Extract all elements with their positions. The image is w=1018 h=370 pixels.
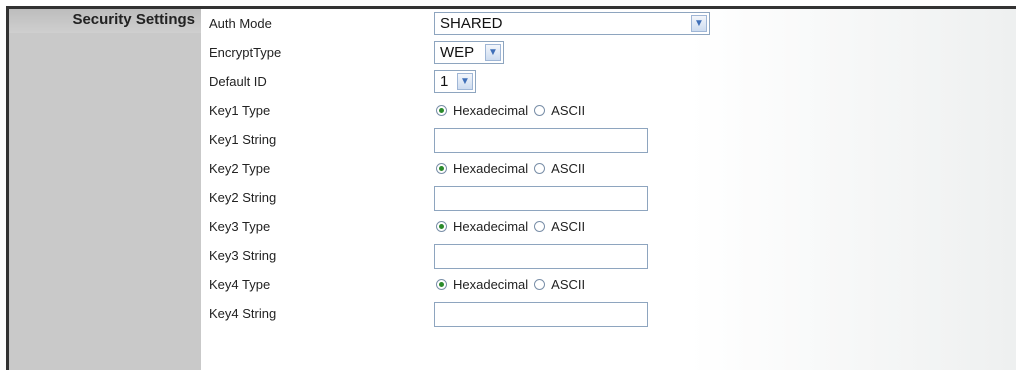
- key4-type-radio-group: Hexadecimal ASCII: [436, 277, 591, 292]
- key1-type-label: Key1 Type: [209, 103, 271, 118]
- key3-ascii-radio[interactable]: [534, 221, 546, 232]
- key3-type-radio-group: Hexadecimal ASCII: [436, 219, 591, 234]
- key1-string-input[interactable]: [434, 128, 648, 153]
- key1-hex-label: Hexadecimal: [453, 103, 529, 118]
- key2-string-row: Key2 String: [201, 184, 1016, 213]
- key3-type-row: Key3 Type Hexadecimal ASCII: [201, 213, 1016, 242]
- section-title: Security Settings: [9, 9, 201, 33]
- key4-string-label: Key4 String: [209, 306, 277, 321]
- key4-string-input[interactable]: [434, 302, 648, 327]
- chevron-down-icon[interactable]: ▼: [485, 44, 501, 61]
- encrypt-type-label: EncryptType: [209, 45, 282, 60]
- key2-type-row: Key2 Type Hexadecimal ASCII: [201, 155, 1016, 184]
- key4-type-label: Key4 Type: [209, 277, 271, 292]
- auth-mode-row: Auth Mode SHARED ▼: [201, 10, 1016, 39]
- chevron-down-icon[interactable]: ▼: [691, 15, 707, 32]
- key3-hex-radio[interactable]: [436, 221, 447, 232]
- sidebar: Security Settings: [9, 9, 201, 370]
- auth-mode-select[interactable]: SHARED ▼: [434, 12, 710, 35]
- key4-ascii-label: ASCII: [551, 277, 586, 292]
- key4-ascii-radio[interactable]: [534, 279, 546, 290]
- key3-string-input[interactable]: [434, 244, 648, 269]
- key4-hex-label: Hexadecimal: [453, 277, 529, 292]
- key2-type-radio-group: Hexadecimal ASCII: [436, 161, 591, 176]
- key3-ascii-label: ASCII: [551, 219, 586, 234]
- key3-hex-label: Hexadecimal: [453, 219, 529, 234]
- key1-ascii-label: ASCII: [551, 103, 586, 118]
- key1-ascii-radio[interactable]: [534, 105, 546, 116]
- key3-type-label: Key3 Type: [209, 219, 271, 234]
- key4-hex-radio[interactable]: [436, 279, 447, 290]
- key1-type-row: Key1 Type Hexadecimal ASCII: [201, 97, 1016, 126]
- default-id-row: Default ID 1 ▼: [201, 68, 1016, 97]
- key1-type-radio-group: Hexadecimal ASCII: [436, 103, 591, 118]
- key3-string-label: Key3 String: [209, 248, 277, 263]
- default-id-value: 1: [440, 73, 449, 90]
- key2-ascii-radio[interactable]: [534, 163, 546, 174]
- encrypt-type-select[interactable]: WEP ▼: [434, 41, 504, 64]
- settings-form: Auth Mode SHARED ▼ EncryptType WEP ▼ Def…: [201, 9, 1016, 370]
- default-id-select[interactable]: 1 ▼: [434, 70, 476, 93]
- default-id-label: Default ID: [209, 74, 267, 89]
- chevron-down-icon[interactable]: ▼: [457, 73, 473, 90]
- encrypt-type-value: WEP: [440, 44, 475, 61]
- settings-panel: Security Settings Auth Mode SHARED ▼ Enc…: [6, 6, 1016, 370]
- key1-string-label: Key1 String: [209, 132, 277, 147]
- key2-hex-radio[interactable]: [436, 163, 447, 174]
- key1-string-row: Key1 String: [201, 126, 1016, 155]
- key2-string-label: Key2 String: [209, 190, 277, 205]
- key1-hex-radio[interactable]: [436, 105, 447, 116]
- encrypt-type-row: EncryptType WEP ▼: [201, 39, 1016, 68]
- key3-string-row: Key3 String: [201, 242, 1016, 271]
- key4-string-row: Key4 String: [201, 300, 1016, 329]
- auth-mode-label: Auth Mode: [209, 16, 272, 31]
- key2-ascii-label: ASCII: [551, 161, 586, 176]
- auth-mode-value: SHARED: [440, 15, 503, 32]
- key2-type-label: Key2 Type: [209, 161, 271, 176]
- key2-hex-label: Hexadecimal: [453, 161, 529, 176]
- key2-string-input[interactable]: [434, 186, 648, 211]
- key4-type-row: Key4 Type Hexadecimal ASCII: [201, 271, 1016, 300]
